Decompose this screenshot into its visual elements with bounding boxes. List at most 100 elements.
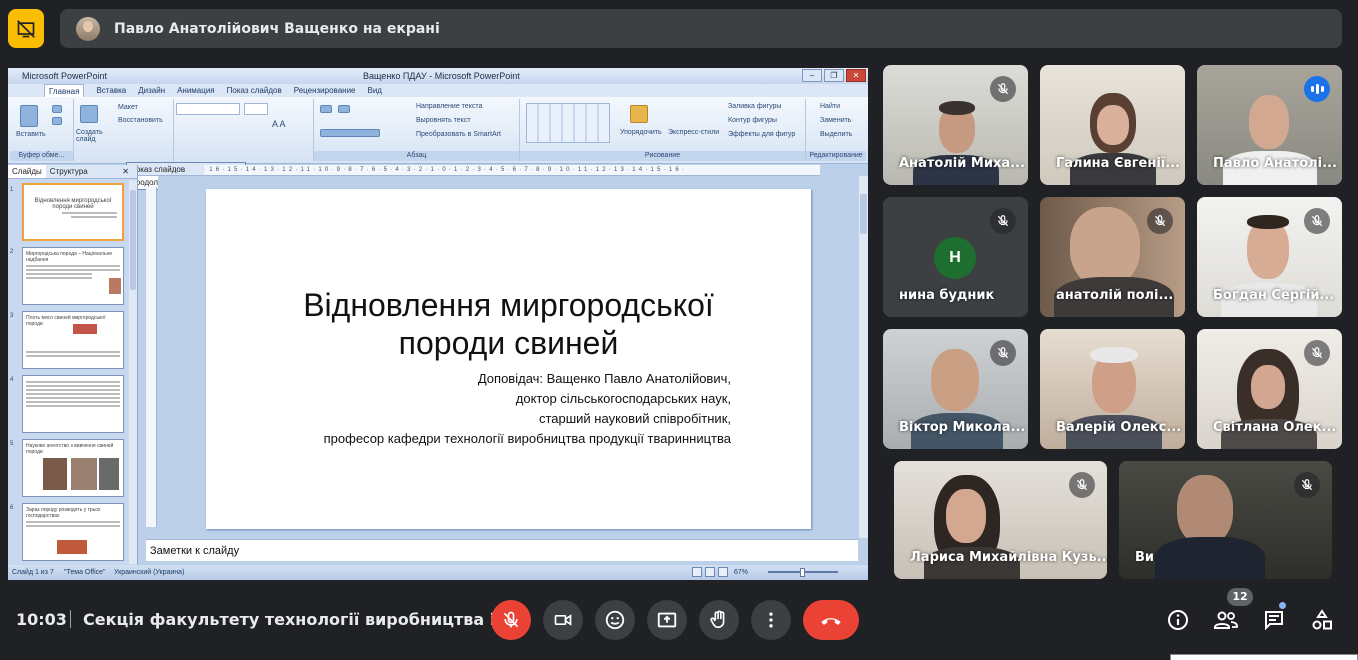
smartart-button[interactable]: Преобразовать в SmartArt [416,131,501,138]
slide-title[interactable]: Відновлення миргородської породи свиней [206,286,811,362]
minimize-icon[interactable]: – [802,69,822,82]
create-slide-button[interactable]: Создать слайд [76,129,106,143]
tab-animation[interactable]: Анимация [177,84,215,97]
mic-off-icon [1147,208,1173,234]
mic-off-icon [503,611,519,628]
quick-styles-button[interactable]: Экспресс-стили [668,129,719,136]
participant-tile-speaking[interactable]: Павло Анатолі... [1197,65,1342,185]
participant-tile[interactable]: Лариса Михайлівна Кузь... [894,461,1107,579]
present-screen-button[interactable] [647,600,687,640]
participant-tile[interactable]: Валерій Олекс... [1040,329,1185,449]
paste-button[interactable]: Вставить [16,131,46,138]
current-slide[interactable]: Відновлення миргородської породи свиней … [206,189,811,529]
camera-icon [554,614,572,626]
maximize-icon[interactable]: ❐ [824,69,844,82]
slides-panel: Слайды Структура ✕ 1 Відновлення миргоро… [8,165,138,565]
shape-outline-button[interactable]: Контур фигуры [728,117,777,124]
subtitle-line: Доповідач: Ващенко Павло Анатолійович, [477,371,731,386]
participant-tile[interactable]: Світлана Олек... [1197,329,1342,449]
participant-tile[interactable]: Галина Євгенії... [1040,65,1185,185]
thumb-number: 4 [10,377,14,383]
cut-icon[interactable] [52,105,62,113]
stop-presenting-button[interactable] [8,9,44,48]
meeting-title[interactable]: Секція факультету технології виробництва… [83,610,514,629]
thumb-number: 2 [10,249,14,255]
arrange-button[interactable]: Упорядочить [620,129,662,136]
tab-slideshow[interactable]: Показ слайдов [227,84,282,97]
arrange-icon[interactable] [630,105,648,123]
divider [70,610,71,628]
notes-pane[interactable]: Заметки к слайду [146,539,858,561]
close-icon[interactable]: ✕ [846,69,866,82]
font-grow-icon[interactable]: A A [272,119,286,129]
slide-thumbnail-1[interactable]: Відновлення миргородської породи свиней [22,183,124,241]
tab-home[interactable]: Главная [44,84,85,97]
shapes-gallery[interactable] [526,103,610,143]
vertical-ruler [146,187,157,527]
tab-outline[interactable]: Структура [46,165,92,178]
more-vert-icon [769,612,773,628]
shape-fill-button[interactable]: Заливка фигуры [728,103,781,110]
find-button[interactable]: Найти [820,103,840,110]
new-slide-icon[interactable] [80,105,98,123]
participant-tile[interactable]: анатолій полі... [1040,197,1185,317]
tab-design[interactable]: Дизайн [138,84,165,97]
layout-button[interactable]: Макет [118,104,138,111]
language[interactable]: Украинский (Украина) [114,565,184,580]
thumbnails-scrollbar[interactable] [129,180,137,564]
replace-button[interactable]: Заменить [820,117,851,124]
editing-group: Найти Заменить Выделить Редактирование [806,99,866,161]
slide-thumbnail-6[interactable]: Зараз породу розводять у трьох господарс… [22,503,124,561]
participant-tile[interactable]: Віктор Микола... [883,329,1028,449]
paste-icon[interactable] [20,105,38,127]
slide-thumbnail-2[interactable]: Миргородська порода – Національне надбан… [22,247,124,305]
font-name-input[interactable] [176,103,240,115]
participant-tile[interactable]: Н нина будник [883,197,1028,317]
shape-effects-button[interactable]: Эффекты для фигур [728,131,795,138]
meeting-info-button[interactable] [1164,606,1192,634]
slide-subtitle[interactable]: Доповідач: Ващенко Павло Анатолійович, д… [324,369,731,449]
mic-off-icon [990,76,1016,102]
ribbon-tabs: Главная Вставка Дизайн Анимация Показ сл… [8,84,868,97]
zoom-slider-handle[interactable] [800,568,805,577]
panel-close-icon[interactable]: ✕ [118,165,133,179]
reset-button[interactable]: Восстановить [118,117,163,124]
slideshow-view-icon[interactable] [718,567,728,577]
participant-tile[interactable]: Богдан Сергій... [1197,197,1342,317]
activities-button[interactable] [1308,606,1336,634]
editor-scrollbar[interactable] [859,176,868,538]
participant-tile-self[interactable]: Ви [1119,461,1332,579]
people-button[interactable] [1212,606,1240,634]
text-direction-button[interactable]: Направление текста [416,103,482,110]
leave-call-button[interactable] [803,600,859,640]
participant-tile[interactable]: Анатолій Миха... [883,65,1028,185]
info-icon [1168,610,1188,630]
camera-toggle-button[interactable] [543,600,583,640]
zoom-level[interactable]: 67% [734,565,748,580]
slide-thumbnail-5[interactable]: Наукове агентство з вивчення свиней поро… [22,439,124,497]
mic-toggle-button[interactable] [491,600,531,640]
chat-button[interactable] [1260,606,1288,634]
slide-thumbnail-3[interactable]: Плоть мясо свиней миргородської породи [22,311,124,369]
align-text-button[interactable]: Выровнять текст [416,117,471,124]
select-button[interactable]: Выделить [820,131,852,138]
tab-insert[interactable]: Вставка [96,84,126,97]
copy-icon[interactable] [52,117,62,125]
shared-screen: Microsoft PowerPoint Ващенко ПДАУ - Micr… [8,68,868,580]
normal-view-icon[interactable] [692,567,702,577]
slide-editor[interactable]: Відновлення миргородської породи свиней … [158,176,858,538]
slide-thumbnail-4[interactable] [22,375,124,433]
numbering-icon[interactable] [338,105,350,113]
align-icons[interactable] [320,129,380,137]
tab-view[interactable]: Вид [368,84,382,97]
more-options-button[interactable] [751,600,791,640]
tab-review[interactable]: Рецензирование [294,84,356,97]
bullets-icon[interactable] [320,105,332,113]
tab-slides[interactable]: Слайды [8,165,46,178]
paragraph-group-label: Абзац [314,151,519,161]
font-size-input[interactable] [244,103,268,115]
people-icon [1214,611,1238,629]
raise-hand-button[interactable] [699,600,739,640]
reactions-button[interactable] [595,600,635,640]
sorter-view-icon[interactable] [705,567,715,577]
